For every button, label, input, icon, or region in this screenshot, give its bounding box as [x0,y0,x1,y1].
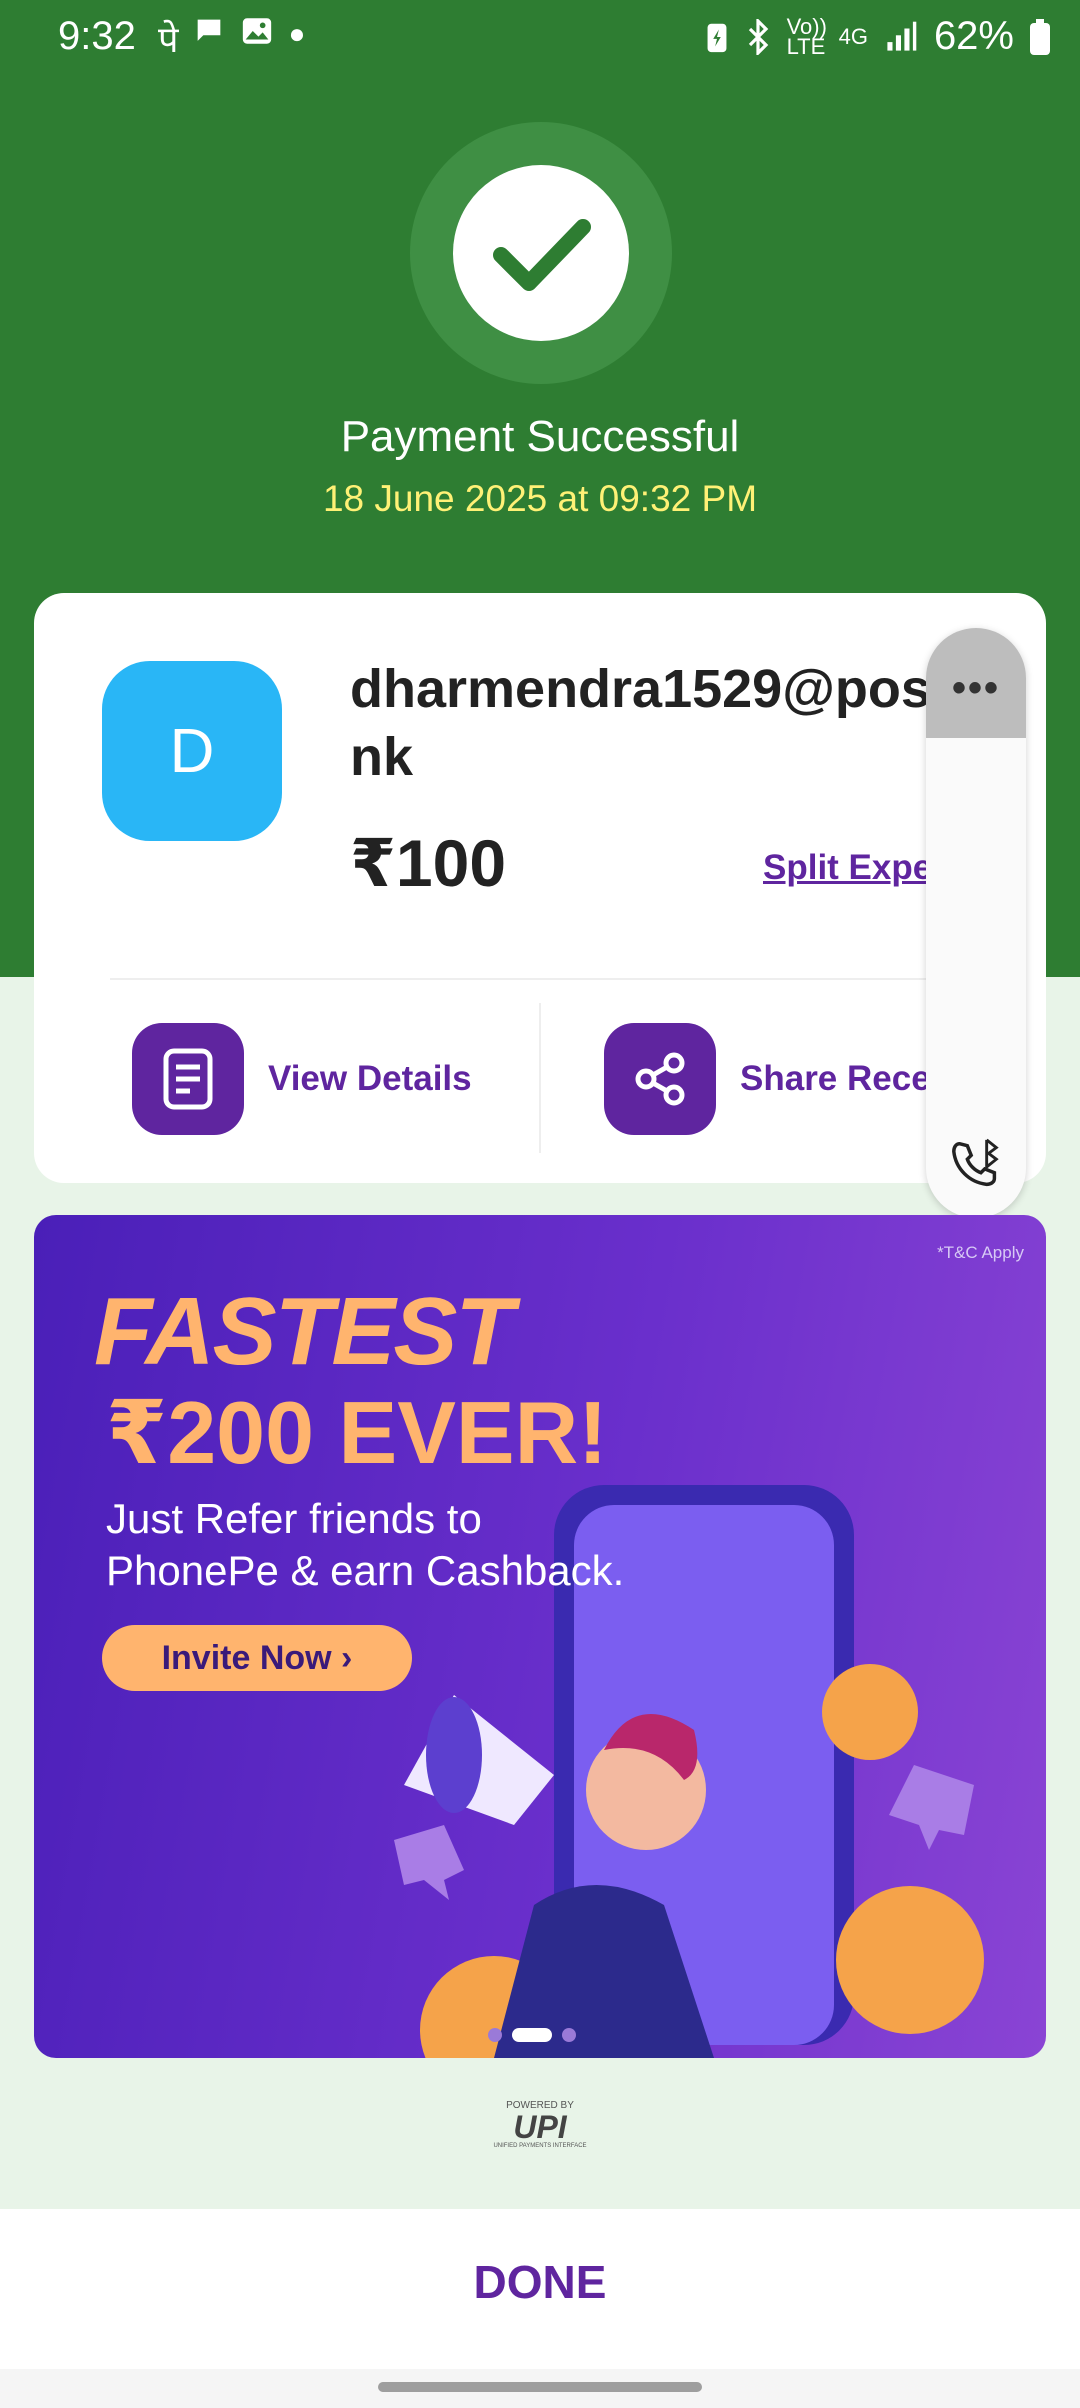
view-details-button[interactable]: View Details [132,1023,472,1135]
notification-dot-icon: ● [288,18,306,49]
promo-banner[interactable]: *T&C Apply FASTEST ₹200 EVER! Just Refer… [34,1215,1046,2058]
carousel-dot [488,2028,502,2042]
success-check-icon [453,165,629,341]
carousel-dot-active [512,2028,552,2042]
upi-logo: POWERED BY UPI UNIFIED PAYMENTS INTERFAC… [470,2100,610,2156]
payment-datetime: 18 June 2025 at 09:32 PM [322,478,758,519]
payment-card: D dharmendra1529@postbank ₹100 Split Exp… [34,593,1046,1183]
phonepe-icon: पे [158,19,179,60]
share-receipt-button[interactable]: Share Receipt [604,1023,973,1135]
volte-label: Vo)) LTE [786,13,827,59]
home-gesture-handle[interactable] [378,2382,702,2392]
more-options-icon[interactable]: ••• [926,666,1026,711]
status-time: 9:32 [58,14,136,58]
promo-amount: ₹200 EVER! [106,1383,608,1482]
promo-description: Just Refer friends to PhonePe & earn Cas… [106,1495,625,1594]
document-icon [132,1023,244,1135]
terms-note: *T&C Apply [937,1243,1024,1262]
payee-avatar: D [102,661,282,841]
chat-icon [198,19,221,41]
upi-subtitle: UNIFIED PAYMENTS INTERFACE [493,2143,587,2149]
upi-logo-text: UPI [513,2109,567,2145]
promo-headline: FASTEST [94,1278,514,1385]
card-divider [110,978,1010,980]
gallery-icon [243,18,272,44]
done-button[interactable]: DONE [0,2255,1080,2309]
payment-amount: ₹100 [350,826,507,900]
battery-percent: 62% [933,14,1014,58]
status-left-icons: पे ● [158,14,305,63]
status-right-icons: Vo)) LTE 4G 62% [705,14,1050,59]
share-icon [604,1023,716,1135]
floating-call-widget[interactable]: ••• [926,628,1026,1218]
battery-icon [1030,18,1050,55]
carousel-dot [562,2028,576,2042]
bluetooth-icon [748,18,768,55]
view-details-label: View Details [268,1059,472,1098]
signal-icon [887,21,917,51]
battery-saver-icon [707,23,727,52]
payment-status-title: Payment Successful [340,412,740,461]
bluetooth-call-icon[interactable] [948,1136,1006,1194]
carousel-indicator [488,2028,576,2042]
invite-now-button[interactable]: Invite Now › [102,1625,412,1691]
status-bar: 9:32 पे ● Vo)) LTE 4G 62% [0,0,1080,72]
card-divider-vertical [539,1003,541,1153]
network-type: 4G [838,23,868,49]
